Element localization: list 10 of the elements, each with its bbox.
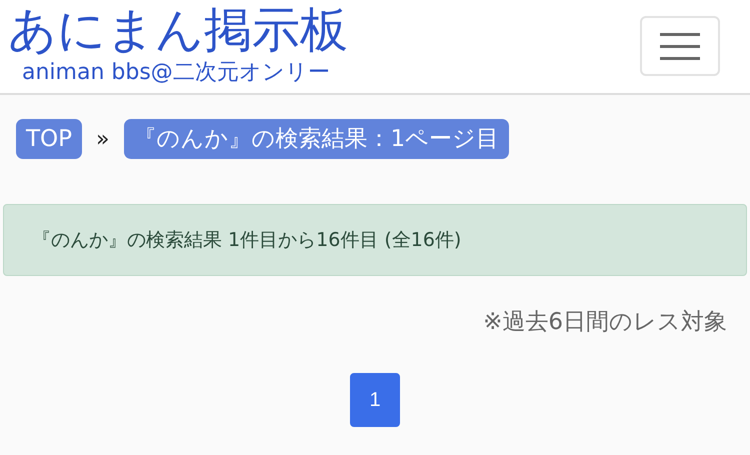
site-title[interactable]: あにまん掲示板 (8, 0, 348, 60)
menu-icon (660, 31, 700, 61)
page-button[interactable]: 1 (350, 373, 400, 427)
site-subtitle: animan bbs@二次元オンリー (22, 60, 331, 86)
breadcrumb-link[interactable]: 『のんか』の検索結果：1ページ目 (124, 119, 510, 159)
note-text: ※過去6日間のレス対象 (482, 308, 728, 337)
result-alert: 『のんか』の検索結果 1件目から16件目 (全16件) (3, 204, 747, 276)
breadcrumb-link[interactable]: TOP (16, 119, 82, 159)
menu-button[interactable] (640, 16, 720, 76)
breadcrumb-separator: » (96, 126, 110, 152)
